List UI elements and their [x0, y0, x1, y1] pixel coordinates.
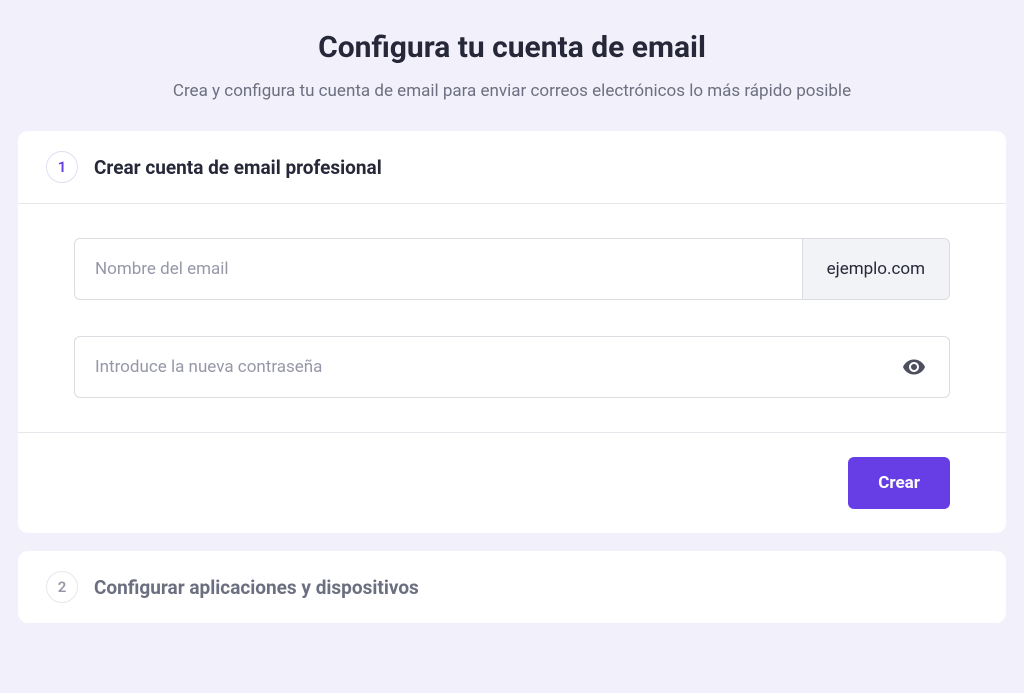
step1-body: ejemplo.com: [18, 203, 1006, 432]
step1-card: 1 Crear cuenta de email profesional ejem…: [18, 131, 1006, 533]
step1-badge: 1: [46, 151, 78, 183]
step2-header: 2 Configurar aplicaciones y dispositivos: [18, 551, 1006, 623]
password-wrapper: [74, 336, 950, 398]
password-visibility-toggle[interactable]: [898, 351, 930, 383]
email-domain-suffix: ejemplo.com: [802, 238, 950, 300]
eye-icon: [902, 355, 926, 379]
email-input-group: ejemplo.com: [74, 238, 950, 300]
page-subtitle: Crea y configura tu cuenta de email para…: [0, 81, 1024, 101]
create-button[interactable]: Crear: [848, 457, 950, 509]
step1-header: 1 Crear cuenta de email profesional: [18, 131, 1006, 203]
email-name-input[interactable]: [74, 238, 802, 300]
step2-card: 2 Configurar aplicaciones y dispositivos: [18, 551, 1006, 623]
step1-title: Crear cuenta de email profesional: [94, 156, 382, 179]
page-title: Configura tu cuenta de email: [0, 30, 1024, 65]
step1-footer: Crear: [18, 432, 1006, 533]
password-input[interactable]: [74, 336, 950, 398]
step2-badge: 2: [46, 571, 78, 603]
step2-title: Configurar aplicaciones y dispositivos: [94, 576, 419, 599]
